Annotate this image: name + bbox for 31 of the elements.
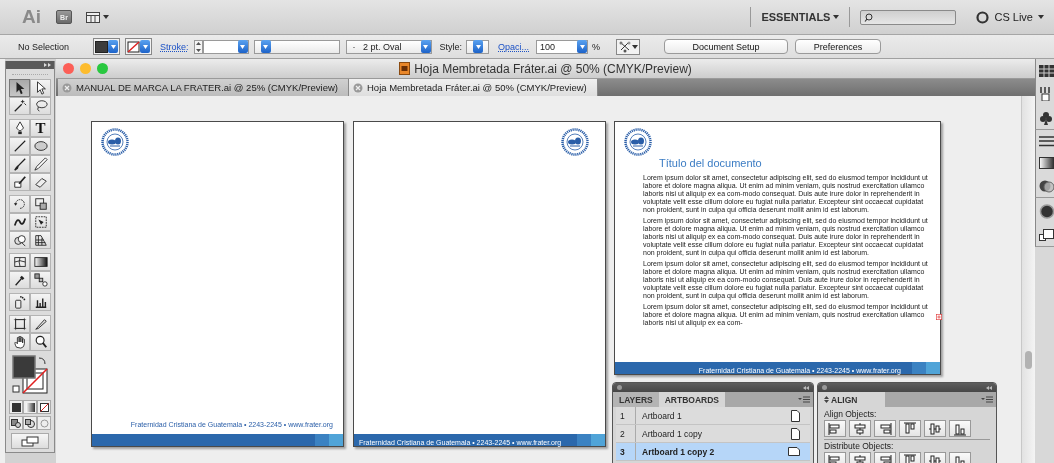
artboard-row[interactable]: 3 Artboard 1 copy 2 — [616, 443, 810, 461]
document-title: Título del documento — [659, 157, 763, 169]
panel-tab[interactable]: ARTBOARDS — [658, 392, 725, 407]
row-number: 2 — [616, 425, 636, 442]
document-setup-button[interactable]: Document Setup — [664, 39, 789, 54]
preferences-button[interactable]: Preferences — [795, 39, 882, 54]
document-tab[interactable]: Hoja Membretada Fráter.ai @ 50% (CMYK/Preview) — [349, 79, 598, 96]
selection-status: No Selection — [18, 41, 71, 52]
document-tab[interactable]: MANUAL DE MARCA LA FRATER.ai @ 25% (CMYK/Preview) — [58, 79, 349, 96]
app-logo: Ai — [22, 6, 42, 28]
row-number: 3 — [616, 443, 636, 460]
artboard-name: Artboard 1 copy — [641, 428, 703, 439]
align-objects-label: Align Objects: — [824, 409, 878, 419]
opacity-field[interactable]: 100 — [536, 39, 589, 54]
row-number: 1 — [616, 407, 636, 424]
percent-sign: % — [592, 41, 601, 52]
artboard-name: Artboard 1 — [641, 410, 683, 421]
tool-button[interactable]: T — [30, 119, 51, 137]
artboard-row[interactable]: 1 Artboard 1 — [616, 407, 810, 425]
artboard-name: Artboard 1 copy 2 — [641, 446, 716, 457]
window-title: Hoja Membretada Fráter.ai @ 50% (CMYK/Preview) — [414, 61, 692, 76]
workspace-switcher[interactable]: ESSENTIALS — [761, 11, 840, 23]
brush-dropdown[interactable]: · 2 pt. Oval — [345, 39, 432, 54]
distribute-objects-label: Distribute Objects: — [824, 441, 895, 451]
panel-tab[interactable]: LAYERS — [613, 392, 659, 407]
artboard-row[interactable]: 2 Artboard 1 copy — [616, 425, 810, 443]
stroke-link[interactable]: Stroke: — [160, 41, 189, 52]
panel-tab[interactable]: ALIGN — [818, 392, 886, 407]
opacity-link[interactable]: Opaci... — [498, 41, 530, 52]
cs-live-button[interactable]: CS Live — [976, 10, 1044, 24]
style-label: Style: — [439, 41, 463, 52]
